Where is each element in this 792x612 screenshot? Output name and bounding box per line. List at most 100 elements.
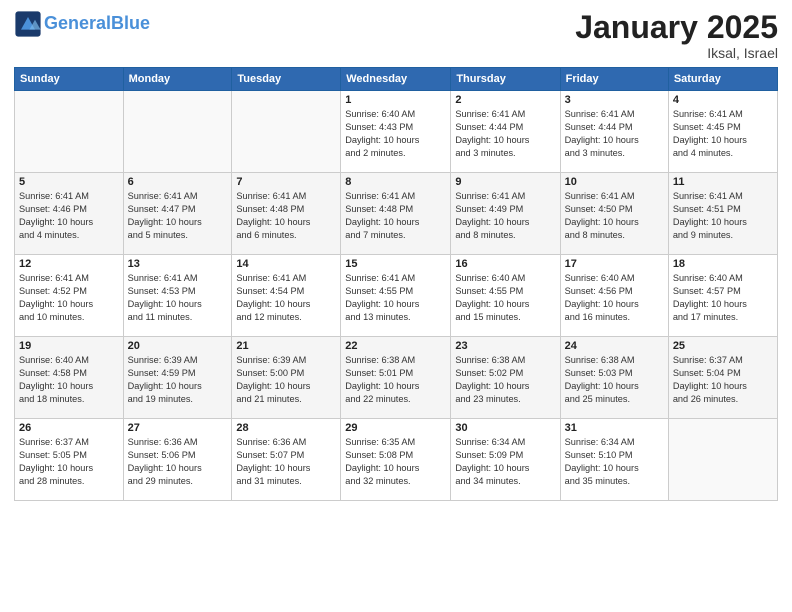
day-info-line: and 18 minutes. bbox=[19, 393, 119, 406]
day-info-line: Daylight: 10 hours bbox=[19, 462, 119, 475]
calendar-cell-w1-d6: 3Sunrise: 6:41 AMSunset: 4:44 PMDaylight… bbox=[560, 91, 668, 173]
day-info-line: Daylight: 10 hours bbox=[345, 134, 446, 147]
day-info-line: and 5 minutes. bbox=[128, 229, 228, 242]
day-info-line: and 11 minutes. bbox=[128, 311, 228, 324]
logo-blue: Blue bbox=[111, 13, 150, 33]
day-info-line: and 32 minutes. bbox=[345, 475, 446, 488]
day-info-line: Sunrise: 6:37 AM bbox=[19, 436, 119, 449]
day-number: 20 bbox=[128, 340, 228, 352]
day-number: 26 bbox=[19, 422, 119, 434]
col-saturday: Saturday bbox=[668, 68, 777, 91]
day-info-line: and 17 minutes. bbox=[673, 311, 773, 324]
day-number: 10 bbox=[565, 176, 664, 188]
day-info-line: and 10 minutes. bbox=[19, 311, 119, 324]
day-info-line: Sunrise: 6:34 AM bbox=[455, 436, 555, 449]
day-info-line: Sunrise: 6:41 AM bbox=[455, 190, 555, 203]
day-info-line: Sunset: 4:57 PM bbox=[673, 285, 773, 298]
day-info-line: Sunrise: 6:39 AM bbox=[128, 354, 228, 367]
day-number: 13 bbox=[128, 258, 228, 270]
day-info-line: Daylight: 10 hours bbox=[673, 298, 773, 311]
day-info-line: Daylight: 10 hours bbox=[236, 298, 336, 311]
day-info-line: and 23 minutes. bbox=[455, 393, 555, 406]
day-info-line: Sunset: 4:51 PM bbox=[673, 203, 773, 216]
day-info-line: Sunset: 5:05 PM bbox=[19, 449, 119, 462]
day-info-line: Daylight: 10 hours bbox=[345, 216, 446, 229]
day-info-line: Sunrise: 6:38 AM bbox=[345, 354, 446, 367]
calendar-cell-w2-d2: 6Sunrise: 6:41 AMSunset: 4:47 PMDaylight… bbox=[123, 173, 232, 255]
calendar-cell-w4-d2: 20Sunrise: 6:39 AMSunset: 4:59 PMDayligh… bbox=[123, 337, 232, 419]
day-number: 16 bbox=[455, 258, 555, 270]
day-info-line: Daylight: 10 hours bbox=[128, 380, 228, 393]
calendar-cell-w4-d4: 22Sunrise: 6:38 AMSunset: 5:01 PMDayligh… bbox=[341, 337, 451, 419]
day-number: 4 bbox=[673, 94, 773, 106]
logo-general: General bbox=[44, 13, 111, 33]
day-info-line: Daylight: 10 hours bbox=[455, 298, 555, 311]
logo: GeneralBlue bbox=[14, 10, 150, 38]
day-info-line: Daylight: 10 hours bbox=[565, 134, 664, 147]
day-info-line: and 22 minutes. bbox=[345, 393, 446, 406]
day-info-line: Sunrise: 6:40 AM bbox=[565, 272, 664, 285]
day-info-line: Daylight: 10 hours bbox=[565, 298, 664, 311]
day-number: 23 bbox=[455, 340, 555, 352]
day-info-line: Sunrise: 6:38 AM bbox=[455, 354, 555, 367]
day-number: 21 bbox=[236, 340, 336, 352]
day-info-line: and 4 minutes. bbox=[19, 229, 119, 242]
day-info-line: Sunrise: 6:35 AM bbox=[345, 436, 446, 449]
day-number: 7 bbox=[236, 176, 336, 188]
calendar-table: Sunday Monday Tuesday Wednesday Thursday… bbox=[14, 67, 778, 501]
day-info-line: Sunrise: 6:41 AM bbox=[19, 190, 119, 203]
day-info-line: Sunset: 4:55 PM bbox=[345, 285, 446, 298]
col-wednesday: Wednesday bbox=[341, 68, 451, 91]
day-number: 19 bbox=[19, 340, 119, 352]
day-number: 18 bbox=[673, 258, 773, 270]
day-info-line: Sunrise: 6:34 AM bbox=[565, 436, 664, 449]
day-info-line: Sunset: 4:52 PM bbox=[19, 285, 119, 298]
day-number: 28 bbox=[236, 422, 336, 434]
calendar-cell-w3-d3: 14Sunrise: 6:41 AMSunset: 4:54 PMDayligh… bbox=[232, 255, 341, 337]
day-number: 30 bbox=[455, 422, 555, 434]
col-tuesday: Tuesday bbox=[232, 68, 341, 91]
day-info-line: and 3 minutes. bbox=[565, 147, 664, 160]
logo-icon bbox=[14, 10, 42, 38]
calendar-cell-w1-d2 bbox=[123, 91, 232, 173]
day-info-line: Daylight: 10 hours bbox=[236, 380, 336, 393]
day-number: 14 bbox=[236, 258, 336, 270]
month-title: January 2025 bbox=[575, 10, 778, 45]
calendar-cell-w3-d1: 12Sunrise: 6:41 AMSunset: 4:52 PMDayligh… bbox=[15, 255, 124, 337]
day-info-line: Sunset: 5:07 PM bbox=[236, 449, 336, 462]
calendar-week-4: 19Sunrise: 6:40 AMSunset: 4:58 PMDayligh… bbox=[15, 337, 778, 419]
calendar-cell-w4-d7: 25Sunrise: 6:37 AMSunset: 5:04 PMDayligh… bbox=[668, 337, 777, 419]
day-info-line: Sunrise: 6:41 AM bbox=[19, 272, 119, 285]
day-info-line: Sunrise: 6:41 AM bbox=[128, 190, 228, 203]
day-info-line: Daylight: 10 hours bbox=[345, 298, 446, 311]
day-number: 2 bbox=[455, 94, 555, 106]
day-info-line: Daylight: 10 hours bbox=[455, 216, 555, 229]
day-number: 11 bbox=[673, 176, 773, 188]
day-info-line: and 31 minutes. bbox=[236, 475, 336, 488]
day-info-line: Sunrise: 6:40 AM bbox=[673, 272, 773, 285]
day-info-line: Daylight: 10 hours bbox=[128, 298, 228, 311]
calendar-cell-w5-d7 bbox=[668, 419, 777, 501]
day-info-line: and 16 minutes. bbox=[565, 311, 664, 324]
calendar-cell-w1-d1 bbox=[15, 91, 124, 173]
day-info-line: Sunrise: 6:41 AM bbox=[673, 108, 773, 121]
calendar-cell-w4-d1: 19Sunrise: 6:40 AMSunset: 4:58 PMDayligh… bbox=[15, 337, 124, 419]
day-info-line: Daylight: 10 hours bbox=[128, 216, 228, 229]
day-info-line: and 29 minutes. bbox=[128, 475, 228, 488]
calendar-cell-w2-d5: 9Sunrise: 6:41 AMSunset: 4:49 PMDaylight… bbox=[451, 173, 560, 255]
day-number: 15 bbox=[345, 258, 446, 270]
day-info-line: and 9 minutes. bbox=[673, 229, 773, 242]
day-info-line: Sunrise: 6:40 AM bbox=[455, 272, 555, 285]
title-section: January 2025 Iksal, Israel bbox=[575, 10, 778, 61]
calendar-cell-w3-d5: 16Sunrise: 6:40 AMSunset: 4:55 PMDayligh… bbox=[451, 255, 560, 337]
day-number: 24 bbox=[565, 340, 664, 352]
day-info-line: Sunset: 5:03 PM bbox=[565, 367, 664, 380]
day-info-line: and 13 minutes. bbox=[345, 311, 446, 324]
col-friday: Friday bbox=[560, 68, 668, 91]
day-info-line: Daylight: 10 hours bbox=[565, 462, 664, 475]
location: Iksal, Israel bbox=[575, 45, 778, 61]
calendar-week-3: 12Sunrise: 6:41 AMSunset: 4:52 PMDayligh… bbox=[15, 255, 778, 337]
day-info-line: Sunrise: 6:41 AM bbox=[345, 272, 446, 285]
calendar-cell-w1-d4: 1Sunrise: 6:40 AMSunset: 4:43 PMDaylight… bbox=[341, 91, 451, 173]
day-info-line: Daylight: 10 hours bbox=[236, 462, 336, 475]
